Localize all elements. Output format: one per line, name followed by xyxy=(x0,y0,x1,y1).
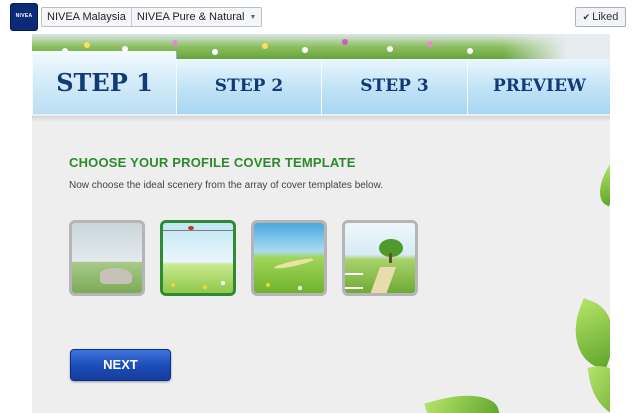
leaf-decoration xyxy=(563,298,610,370)
chevron-down-icon: ▼ xyxy=(249,14,257,21)
breadcrumb-page-link[interactable]: NIVEA Malaysia xyxy=(42,8,131,26)
checkmark-icon: ✔ xyxy=(582,12,591,22)
leaf-decoration xyxy=(587,360,610,413)
tab-step-3-label: STEP 3 xyxy=(360,76,429,96)
template-green-hills[interactable] xyxy=(251,220,327,296)
facebook-top-bar: NIVEA NIVEA Malaysia NIVEA Pure & Natura… xyxy=(0,0,640,34)
leaf-decoration xyxy=(591,161,610,207)
step-tabs: STEP 1 STEP 2 STEP 3 PREVIEW xyxy=(32,51,610,116)
tab-preview[interactable]: PREVIEW xyxy=(467,59,610,114)
breadcrumb: NIVEA Malaysia NIVEA Pure & Natural ▼ xyxy=(41,7,263,27)
breadcrumb-app-dropdown[interactable]: NIVEA Pure & Natural ▼ xyxy=(130,8,262,26)
next-button[interactable]: NEXT xyxy=(70,349,171,381)
instructions-text: Now choose the ideal scenery from the ar… xyxy=(69,180,384,191)
liked-button[interactable]: ✔ Liked xyxy=(575,7,626,27)
leaf-decoration xyxy=(424,385,500,413)
next-button-label: NEXT xyxy=(103,357,138,372)
liked-label: Liked xyxy=(592,11,619,23)
breadcrumb-app-label: NIVEA Pure & Natural xyxy=(136,11,245,23)
page-title: CHOOSE YOUR PROFILE COVER TEMPLATE xyxy=(69,155,356,170)
tab-step-3[interactable]: STEP 3 xyxy=(321,59,468,114)
breadcrumb-page-label: NIVEA Malaysia xyxy=(47,11,126,23)
app-canvas: STEP 1 STEP 2 STEP 3 PREVIEW CHOOSE YOUR… xyxy=(32,34,610,413)
tab-step-1[interactable]: STEP 1 xyxy=(32,51,177,114)
tab-step-2[interactable]: STEP 2 xyxy=(176,59,322,114)
tab-preview-label: PREVIEW xyxy=(492,76,587,96)
template-cloudy-meadow[interactable] xyxy=(69,220,145,296)
tabs-shadow xyxy=(32,116,610,122)
nivea-page-logo[interactable]: NIVEA xyxy=(10,3,38,31)
nivea-logo-text: NIVEA xyxy=(15,13,33,19)
template-open-field[interactable] xyxy=(160,220,236,296)
tab-step-1-label: STEP 1 xyxy=(56,68,153,97)
template-tree-fence[interactable] xyxy=(342,220,418,296)
tab-step-2-label: STEP 2 xyxy=(214,76,284,96)
